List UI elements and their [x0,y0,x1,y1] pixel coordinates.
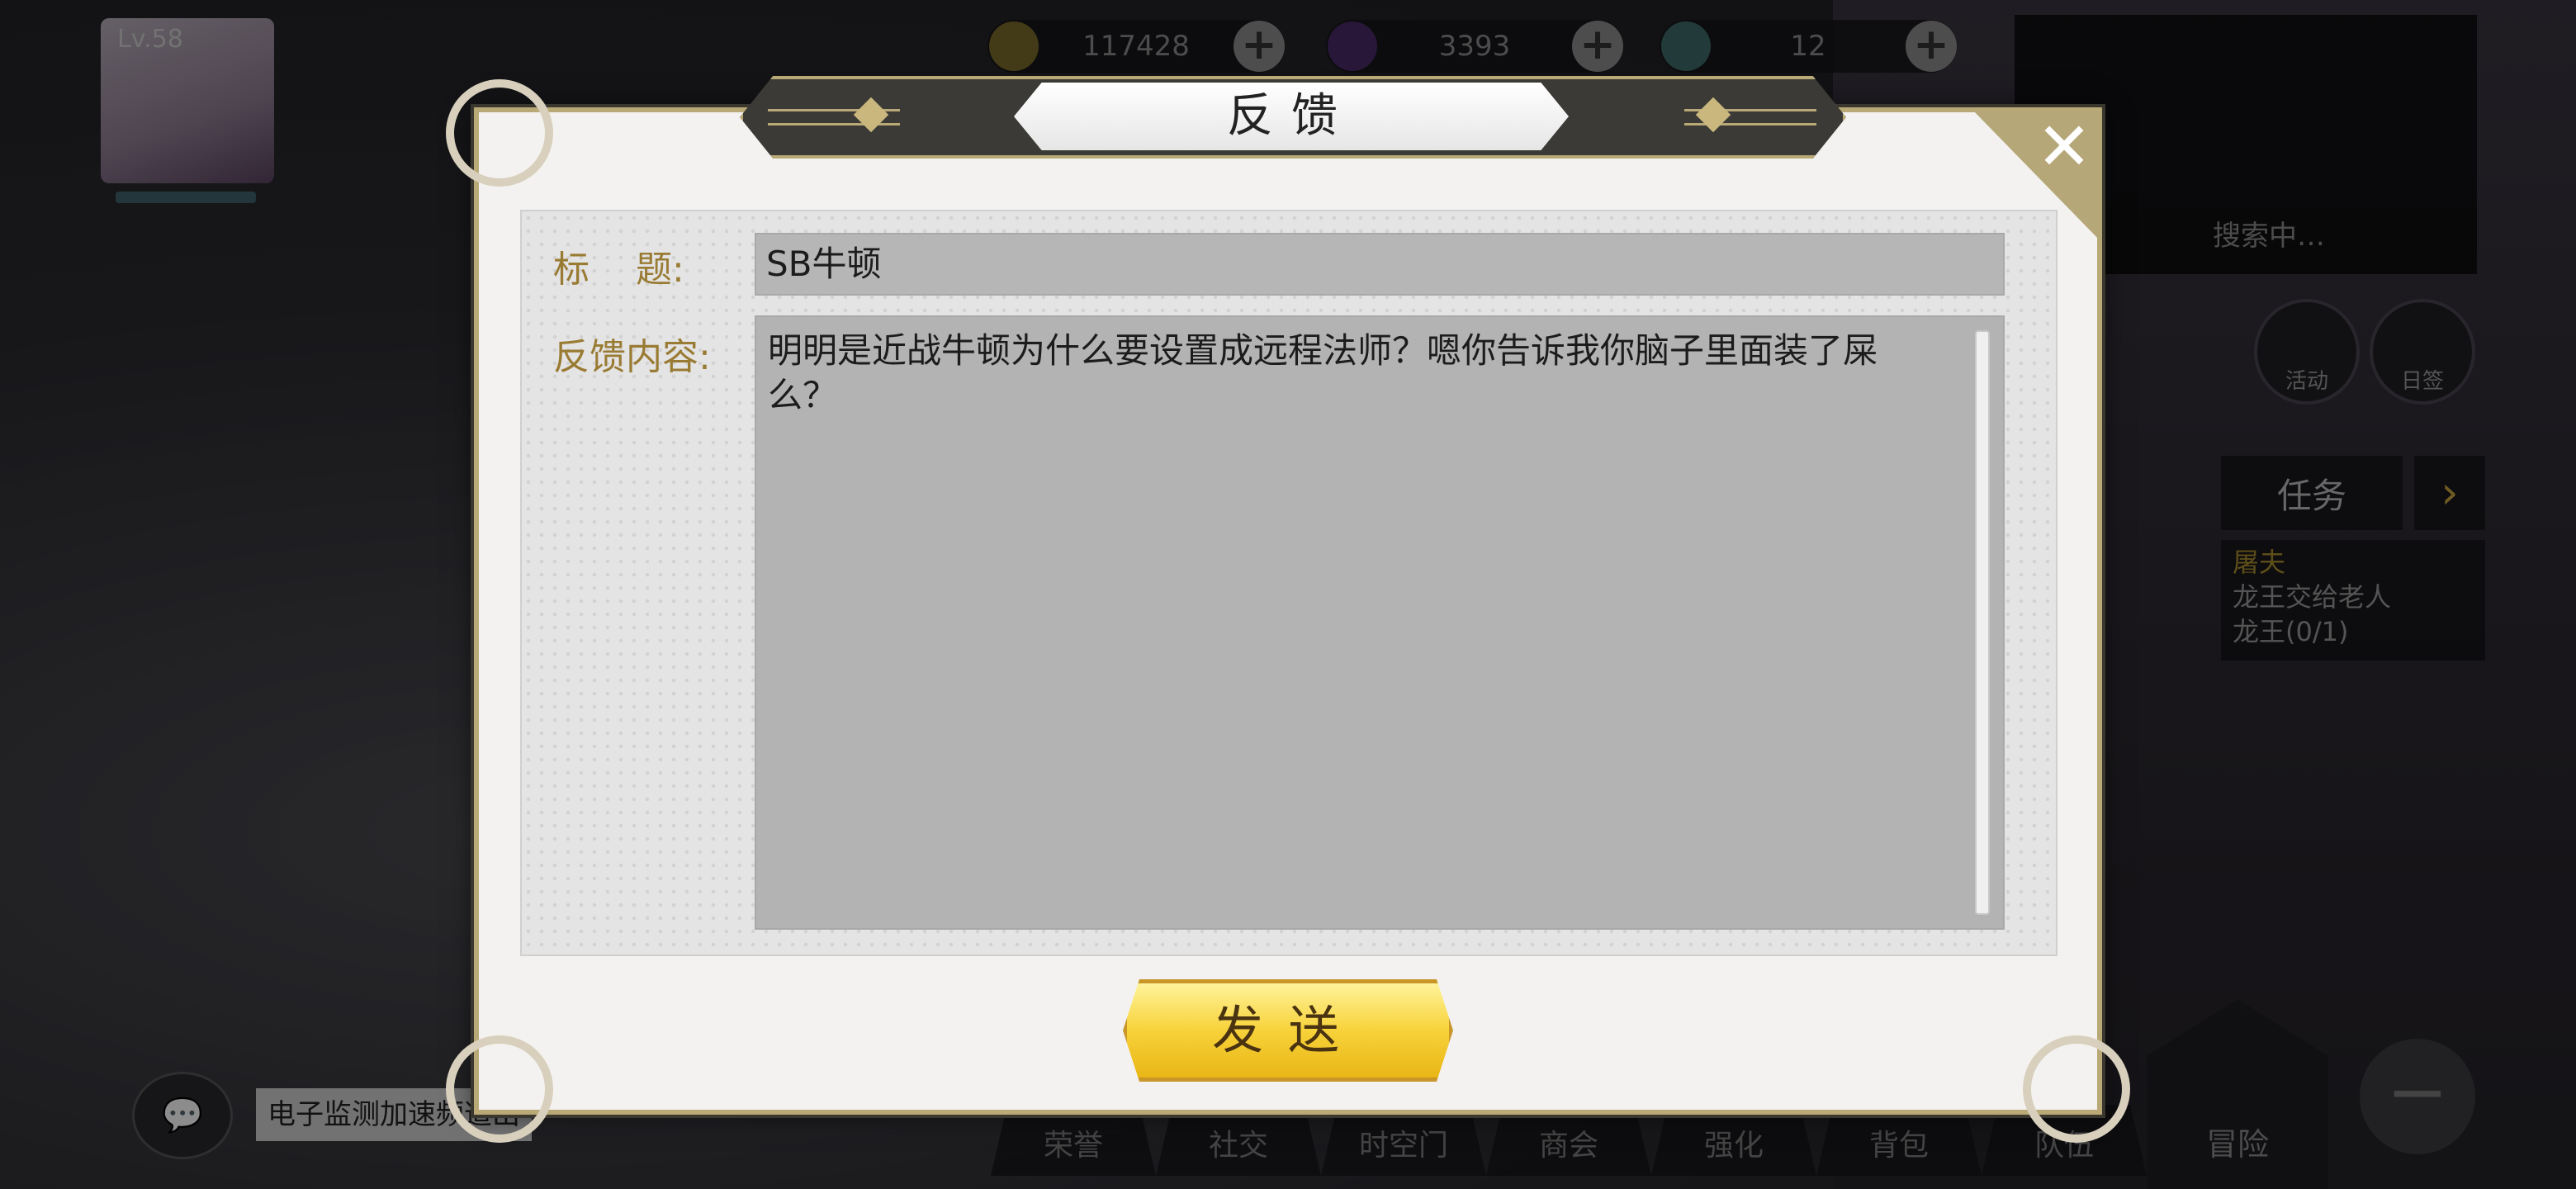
title-input[interactable]: SB牛顿 [755,233,2005,296]
content-label: 反馈内容: [553,336,711,378]
corner-ornament [446,79,553,187]
send-button[interactable]: 发送 [1123,979,1453,1082]
corner-ornament [2023,1035,2130,1143]
feedback-content-textarea[interactable]: 明明是近战牛顿为什么要设置成远程法师？嗯你告诉我你脑子里面装了屎么？ [755,315,2005,930]
close-icon[interactable]: ✕ [2031,114,2097,180]
corner-ornament [446,1035,553,1143]
content-scrollbar[interactable] [1975,330,1990,915]
dialog-title: 反馈 [1014,83,1569,150]
title-label: 标 题: [553,249,684,291]
